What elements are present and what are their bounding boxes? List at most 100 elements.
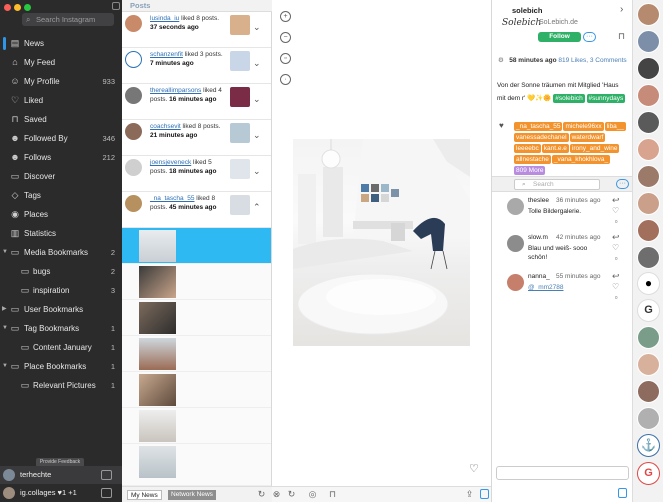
comment-search-input[interactable]: ⌕ Search — [514, 179, 600, 190]
user-link[interactable]: thereallimparsons — [150, 87, 201, 94]
compass-icon[interactable]: ◎ — [307, 489, 318, 500]
sidebar-item-news[interactable]: ▤ News — [0, 34, 122, 53]
avatar[interactable] — [637, 380, 660, 403]
more-likes-button[interactable]: 809 More — [514, 166, 546, 175]
account-terhechte[interactable]: terhechte — [0, 466, 122, 484]
post-thumbnail[interactable] — [230, 123, 250, 143]
user-tag[interactable]: michele96xx — [563, 122, 604, 131]
reply-icon[interactable]: ↩ — [612, 271, 620, 282]
zoom-in-icon[interactable]: + — [280, 11, 291, 22]
close-circle-icon[interactable]: ⊗ — [271, 489, 282, 500]
media-item[interactable] — [122, 300, 271, 336]
follow-button[interactable]: Follow — [538, 32, 581, 42]
sidebar-item-my-feed[interactable]: ⌂ My Feed — [0, 53, 122, 72]
post-thumbnail[interactable] — [230, 51, 250, 71]
zoom-fit-icon[interactable]: ▫ — [280, 53, 291, 64]
zoom-out-icon[interactable]: − — [280, 32, 291, 43]
post-thumbnail[interactable] — [230, 159, 250, 179]
sidebar-item-bugs[interactable]: ▭ bugs 2 — [0, 262, 122, 281]
like-heart-icon[interactable]: ♡ — [612, 206, 619, 215]
panel-toggle-icon[interactable] — [618, 488, 627, 498]
user-tag[interactable]: irony_and_wine — [569, 144, 620, 153]
disclosure-triangle-icon[interactable]: ▼ — [2, 243, 8, 262]
user-tag[interactable]: _na_tascha_55 — [514, 122, 563, 131]
panel-toggle-icon[interactable] — [480, 489, 489, 499]
hashtag-link[interactable]: #solebich — [553, 94, 585, 103]
media-item-selected[interactable] — [122, 228, 271, 264]
avatar[interactable] — [637, 165, 660, 188]
sidebar-item-content-january[interactable]: ▭ Content January 1 — [0, 338, 122, 357]
g-red-logo-icon[interactable]: G — [637, 462, 660, 485]
media-item[interactable] — [122, 408, 271, 444]
like-heart-icon[interactable]: ♡ — [612, 282, 619, 291]
user-tag[interactable]: allnestache — [514, 155, 551, 164]
disclosure-triangle-icon[interactable]: ▼ — [2, 319, 8, 338]
notification-row[interactable]: coachsevit liked 8 posts. 21 minutes ago… — [122, 120, 271, 156]
sidebar-item-tag-bookmarks[interactable]: ▼ ▭ Tag Bookmarks 1 — [0, 319, 122, 338]
avatar[interactable] — [637, 353, 660, 376]
sidebar-item-followed-by[interactable]: ☻ Followed By 346 — [0, 129, 122, 148]
chevron-right-icon[interactable]: › — [620, 4, 623, 15]
sidebar-item-tags[interactable]: ◇ Tags — [0, 186, 122, 205]
sidebar-item-my-profile[interactable]: ☺ My Profile 933 — [0, 72, 122, 91]
bookmark-icon[interactable]: ⊓ — [618, 31, 625, 42]
comment-user[interactable]: slow.m — [528, 234, 548, 241]
post-username[interactable]: solebich — [512, 6, 542, 15]
apple-logo-icon[interactable]: ● — [637, 272, 660, 295]
anchor-logo-icon[interactable]: ⚓ — [637, 434, 660, 457]
post-thumbnail[interactable] — [230, 87, 250, 107]
bookmark-icon[interactable]: ⊓ — [327, 489, 338, 500]
chevron-down-icon[interactable]: ⌄ — [253, 58, 261, 69]
notification-row-expanded[interactable]: _na_tascha_55 liked 8 posts. 45 minutes … — [122, 192, 271, 228]
hashtag-link[interactable]: #sunnydays — [586, 94, 626, 103]
media-item[interactable] — [122, 336, 271, 372]
sidebar-toggle-icon[interactable] — [112, 2, 120, 10]
close-window-button[interactable] — [4, 4, 11, 11]
user-link[interactable]: _na_tascha_55 — [150, 195, 194, 202]
sidebar-item-liked[interactable]: ♡ Liked — [0, 91, 122, 110]
post-thumbnail[interactable] — [230, 195, 250, 215]
sidebar-item-media-bookmarks[interactable]: ▼ ▭ Media Bookmarks 2 — [0, 243, 122, 262]
sidebar-item-saved[interactable]: ⊓ Saved — [0, 110, 122, 129]
chevron-up-icon[interactable]: ⌃ — [253, 202, 261, 213]
chevron-down-icon[interactable]: ⌄ — [253, 22, 261, 33]
like-heart-icon[interactable]: ♡ — [612, 243, 619, 252]
post-thumbnail[interactable] — [230, 15, 250, 35]
minimize-window-button[interactable] — [14, 4, 21, 11]
camera-icon[interactable] — [101, 488, 112, 498]
user-link[interactable]: joensjeveneck — [150, 159, 191, 166]
reply-icon[interactable]: ↩ — [612, 195, 620, 206]
avatar[interactable] — [637, 57, 660, 80]
sidebar-item-place-bookmarks[interactable]: ▼ ▭ Place Bookmarks 1 — [0, 357, 122, 376]
notification-row[interactable]: joensjeveneck liked 5 posts. 18 minutes … — [122, 156, 271, 192]
avatar[interactable] — [507, 198, 524, 215]
avatar[interactable] — [637, 326, 660, 349]
disclosure-triangle-icon[interactable]: ▼ — [2, 357, 8, 376]
user-tag[interactable]: leeeebc — [514, 144, 541, 153]
user-tag[interactable]: vanessadechanel — [514, 133, 569, 142]
user-link[interactable]: schanzenfit — [150, 51, 183, 58]
avatar[interactable] — [507, 235, 524, 252]
reply-icon[interactable]: ↩ — [612, 232, 620, 243]
search-input[interactable]: ⌕ Search Instagram — [22, 13, 114, 26]
camera-icon[interactable] — [101, 470, 112, 480]
likes-comments-link[interactable]: 819 Likes, 3 Comments — [558, 57, 626, 64]
sidebar-item-user-bookmarks[interactable]: ▶ ▭ User Bookmarks — [0, 300, 122, 319]
zoom-window-button[interactable] — [24, 4, 31, 11]
zoom-reset-icon[interactable]: · — [280, 74, 291, 85]
comment-input[interactable] — [496, 466, 629, 480]
media-item[interactable] — [122, 372, 271, 408]
post-photo[interactable] — [293, 139, 470, 346]
more-options-icon[interactable]: ··· — [616, 179, 629, 189]
user-tag[interactable]: waterdwarf — [569, 133, 606, 142]
tab-my-news[interactable]: My News — [127, 490, 162, 500]
profile-website[interactable]: SoLebich.de — [539, 19, 578, 26]
settings-icon[interactable]: ⚙ — [498, 57, 504, 64]
sidebar-item-inspiration[interactable]: ▭ inspiration 3 — [0, 281, 122, 300]
disclosure-triangle-icon[interactable]: ▶ — [2, 300, 7, 319]
media-item[interactable] — [122, 444, 271, 486]
user-tag[interactable]: liba__ — [604, 122, 626, 131]
user-tag[interactable]: kant.e.e — [541, 144, 569, 153]
notification-row[interactable]: thereallimparsons liked 4 posts. 16 minu… — [122, 84, 271, 120]
comment-user[interactable]: theslee — [528, 197, 549, 204]
